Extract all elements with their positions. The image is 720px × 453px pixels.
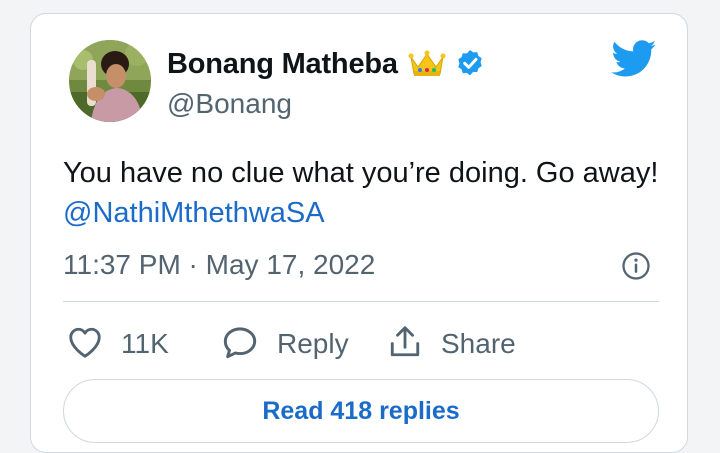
speech-bubble-icon (221, 325, 259, 364)
share-button[interactable]: Share (387, 324, 516, 364)
tweet-card: Bonang Matheba @Bonang You have no clue … (30, 13, 688, 453)
reply-button[interactable]: Reply (221, 324, 349, 364)
info-icon[interactable] (621, 251, 651, 286)
twitter-bird-icon[interactable] (611, 40, 657, 83)
like-count: 11K (121, 328, 169, 359)
share-label: Share (441, 328, 516, 359)
heart-icon (67, 325, 103, 364)
read-replies-label: Read 418 replies (262, 396, 460, 425)
divider (63, 301, 659, 302)
reply-label: Reply (277, 328, 349, 359)
author-handle[interactable]: @Bonang (167, 88, 292, 120)
verified-badge-icon (454, 48, 486, 80)
crown-emoji-icon (408, 49, 446, 79)
avatar[interactable] (69, 40, 151, 122)
mention-link[interactable]: @NathiMthethwaSA (63, 194, 325, 232)
read-replies-button[interactable]: Read 418 replies (63, 379, 659, 443)
author-display-name[interactable]: Bonang Matheba (167, 48, 398, 81)
share-upload-icon (387, 324, 423, 365)
tweet-text: You have no clue what you’re doing. Go a… (63, 157, 659, 189)
tweet-timestamp[interactable]: 11:37 PM · May 17, 2022 (63, 247, 375, 283)
like-button[interactable]: 11K (67, 324, 169, 364)
author-name-row: Bonang Matheba (167, 44, 486, 84)
